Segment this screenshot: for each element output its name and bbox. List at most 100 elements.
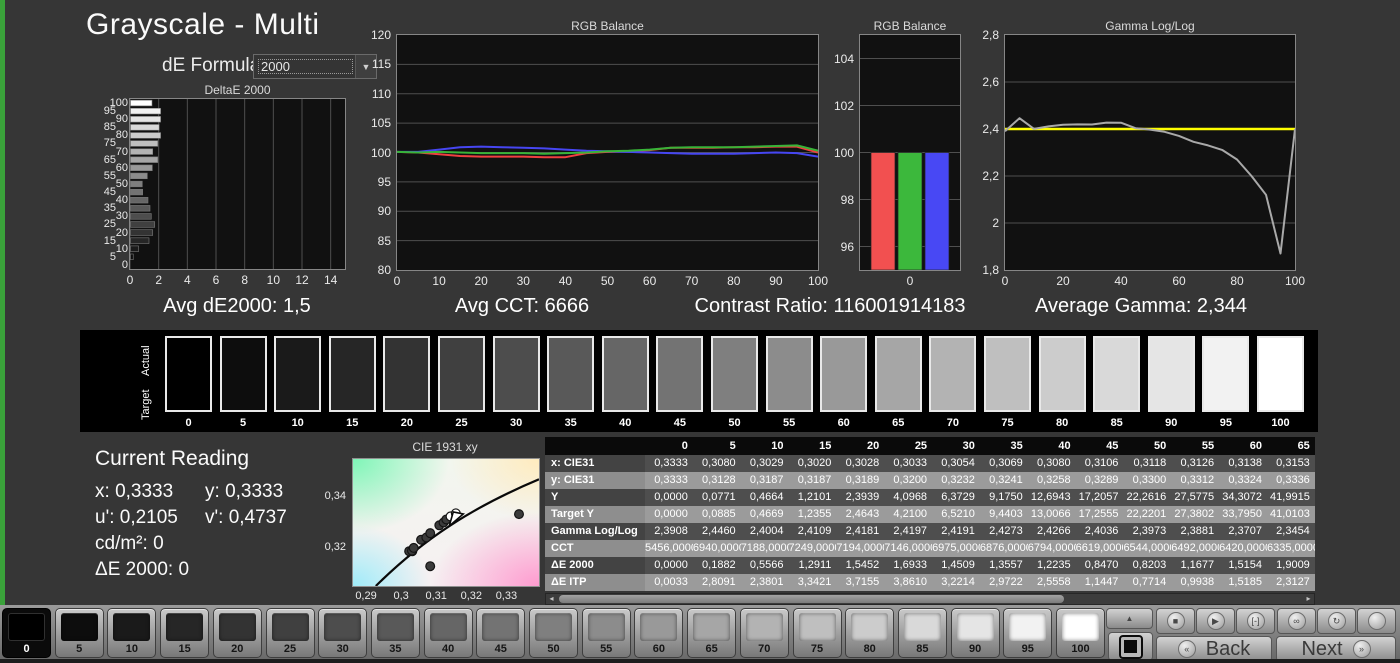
table-cell: 3,7155 (836, 574, 884, 591)
pattern-swatch (588, 613, 625, 641)
pattern-level-label: 90 (952, 643, 999, 655)
grayscale-swatch (1039, 336, 1086, 412)
pattern-swatch (8, 613, 45, 641)
chart-rgb-line-ytick: 105 (360, 116, 391, 130)
table-cell: 6794,0000 (1028, 540, 1076, 557)
table-cell: 0,8470 (1076, 557, 1124, 574)
table-cell: 0,5566 (741, 557, 789, 574)
reading-deltae: ΔE 2000: 0 (95, 559, 189, 581)
pattern-level-label: 95 (1004, 643, 1051, 655)
pattern-level-button[interactable]: 45 (476, 608, 525, 658)
table-cell: 0,0000 (645, 489, 693, 506)
swatch-level-label: 95 (1200, 417, 1251, 429)
table-cell: 1,4509 (932, 557, 980, 574)
table-row: Y0,00000,07710,46641,21012,39394,09686,3… (545, 489, 1315, 506)
cie-xtick: 0,33 (492, 590, 520, 602)
pattern-level-button[interactable]: 100 (1056, 608, 1105, 658)
table-cell: 0,0000 (645, 506, 693, 523)
table-row-label: ΔE ITP (545, 574, 645, 591)
table-cell: 1,5452 (836, 557, 884, 574)
table-cell: 34,3072 (1219, 489, 1267, 506)
pattern-level-button[interactable]: 55 (582, 608, 631, 658)
play-button[interactable]: ▶ (1196, 608, 1235, 634)
swatch-level-label: 65 (873, 417, 924, 429)
table-cell: 0,3324 (1219, 472, 1267, 489)
pattern-level-button[interactable]: 5 (55, 608, 104, 658)
table-scrollbar[interactable]: ◂ ▸ (545, 593, 1315, 605)
infinity-button[interactable]: ∞ (1277, 608, 1316, 634)
loop-range-button[interactable]: [-] (1236, 608, 1275, 634)
pattern-swatch (535, 613, 572, 641)
chart-gamma-xtick: 60 (1164, 274, 1194, 288)
table-cell: 0,4669 (741, 506, 789, 523)
chart-gamma-ytick: 2,4 (965, 122, 999, 136)
pattern-level-button[interactable]: 60 (634, 608, 683, 658)
scroll-left-arrow-icon[interactable]: ◂ (546, 594, 557, 604)
cie-gamut-background (352, 458, 540, 587)
scroll-right-arrow-icon[interactable]: ▸ (1303, 594, 1314, 604)
pattern-level-button[interactable]: 20 (213, 608, 262, 658)
table-cell: 2,3939 (836, 489, 884, 506)
repeat-button[interactable]: ↻ (1317, 608, 1356, 634)
de-formula-value: 2000 (256, 57, 355, 76)
deltae-ytick: 65 (104, 154, 116, 166)
table-column-header: 15 (789, 437, 837, 455)
deltae-ytick: 15 (104, 235, 116, 247)
pattern-level-label: 55 (583, 643, 630, 655)
deltae-ytick: 70 (116, 146, 128, 158)
table-row-label: Target Y (545, 506, 645, 523)
deltae-ytick: 35 (104, 202, 116, 214)
pattern-level-button[interactable]: 80 (845, 608, 894, 658)
pattern-level-button[interactable]: 15 (160, 608, 209, 658)
grayscale-swatch (1093, 336, 1140, 412)
pattern-level-button[interactable]: 35 (371, 608, 420, 658)
pattern-level-label: 30 (319, 643, 366, 655)
pattern-level-button[interactable]: 90 (951, 608, 1000, 658)
table-cell: 0,3289 (1076, 472, 1124, 489)
pattern-level-label: 75 (794, 643, 841, 655)
deltae-ytick: 55 (104, 170, 116, 182)
table-cell: 6,3729 (932, 489, 980, 506)
grayscale-swatch (929, 336, 976, 412)
grayscale-swatch-strip: Actual Target 05101520253035404550556065… (80, 330, 1318, 432)
chart-rgb-line-xtick: 100 (803, 274, 833, 288)
de-formula-dropdown[interactable]: 2000 ▼ (253, 54, 377, 79)
stop-button[interactable]: ■ (1156, 608, 1195, 634)
grayscale-swatch (220, 336, 267, 412)
pattern-level-button[interactable]: 95 (1003, 608, 1052, 658)
avg-gamma-stat: Average Gamma: 2,344 (1035, 295, 1247, 318)
pattern-level-button[interactable]: 30 (318, 608, 367, 658)
table-row: y: CIE310,33330,31280,31870,31870,31890,… (545, 472, 1315, 489)
table-cell: 1,1447 (1076, 574, 1124, 591)
chart-rgb-line-xtick: 50 (593, 274, 623, 288)
pattern-level-label: 70 (741, 643, 788, 655)
table-header-row: 05101520253035404550556065 (545, 437, 1315, 455)
blank-button[interactable] (1357, 608, 1396, 634)
pattern-level-button[interactable]: 65 (687, 608, 736, 658)
pattern-level-button[interactable]: 70 (740, 608, 789, 658)
table-cell: 1,5185 (1219, 574, 1267, 591)
scrollbar-thumb[interactable] (559, 595, 1064, 603)
table-cell: 2,3881 (1171, 523, 1219, 540)
pattern-level-button[interactable]: 40 (424, 608, 473, 658)
table-cell: 17,2555 (1076, 506, 1124, 523)
pattern-level-button[interactable]: 25 (266, 608, 315, 658)
table-cell: 0,3241 (980, 472, 1028, 489)
pattern-level-button[interactable]: 75 (793, 608, 842, 658)
rgb-bar-ytick: 102 (830, 99, 854, 113)
deltae-ytick: 20 (116, 227, 128, 239)
table-row-label: CCT (545, 540, 645, 557)
pattern-level-button[interactable]: 0 (2, 608, 51, 658)
pattern-level-button[interactable]: 85 (898, 608, 947, 658)
pattern-level-button[interactable]: 10 (107, 608, 156, 658)
deltae-xtick: 14 (321, 273, 341, 287)
pattern-level-button[interactable]: 50 (529, 608, 578, 658)
next-button[interactable]: Next » (1276, 636, 1396, 662)
table-cell: 3,3421 (789, 574, 837, 591)
pattern-level-label: 25 (267, 643, 314, 655)
deltae-xtick: 10 (263, 273, 283, 287)
collapse-toolbar-button[interactable]: ▲ (1106, 608, 1153, 629)
stop-pattern-button[interactable] (1108, 632, 1153, 661)
back-button[interactable]: « Back (1156, 636, 1272, 662)
chart-rgb-line-ytick: 110 (360, 87, 391, 101)
